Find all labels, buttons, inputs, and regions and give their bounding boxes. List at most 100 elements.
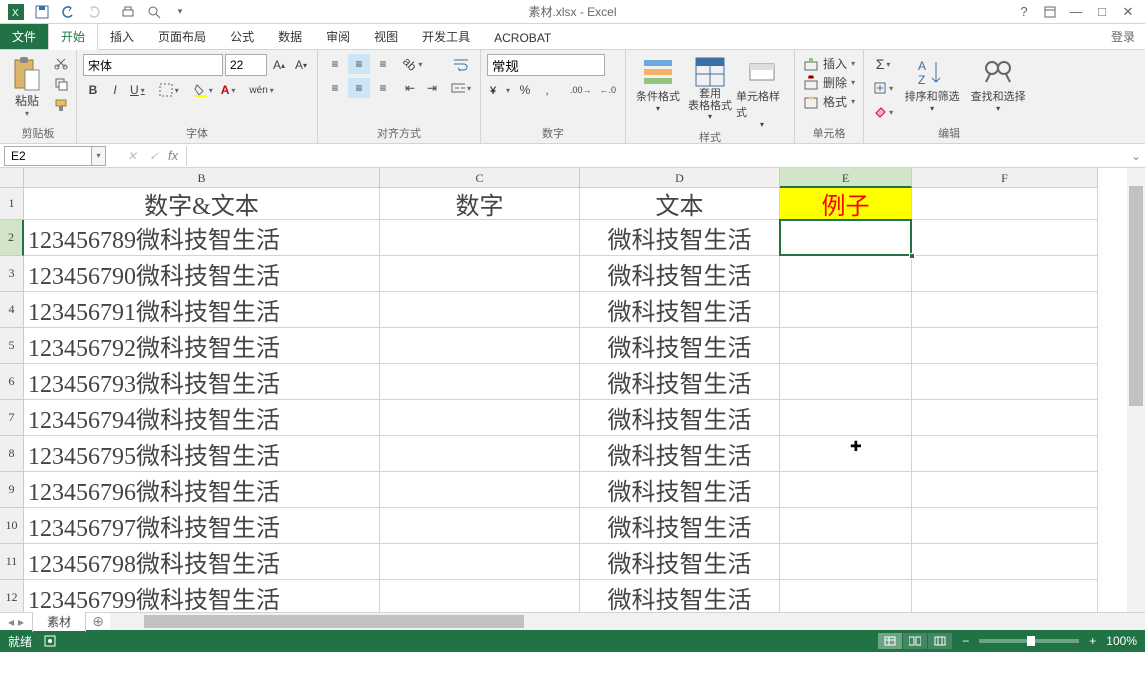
page-layout-view-icon[interactable]: [903, 633, 927, 649]
zoom-slider[interactable]: [979, 639, 1079, 643]
cell[interactable]: 123456789微科技智生活: [24, 220, 380, 256]
tab-review[interactable]: 审阅: [314, 24, 362, 49]
cell[interactable]: [380, 436, 580, 472]
col-header-F[interactable]: F: [912, 168, 1098, 188]
cell-style-button[interactable]: 单元格样式▾: [736, 54, 788, 129]
wrap-text-icon[interactable]: [448, 54, 474, 74]
insert-cells-button[interactable]: 插入 ▾: [801, 54, 857, 73]
fx-icon[interactable]: fx: [168, 148, 178, 163]
zoom-in-icon[interactable]: +: [1089, 634, 1096, 648]
cell[interactable]: [912, 472, 1098, 508]
decrease-decimal-icon[interactable]: ←.0: [597, 80, 620, 100]
help-icon[interactable]: ?: [1013, 3, 1035, 21]
row-header[interactable]: 7: [0, 400, 24, 436]
cell[interactable]: [912, 292, 1098, 328]
font-color-button[interactable]: A: [218, 80, 239, 100]
ribbon-display-icon[interactable]: [1039, 3, 1061, 21]
vertical-scrollbar[interactable]: [1127, 168, 1145, 612]
undo-icon[interactable]: [56, 2, 80, 22]
cell[interactable]: [380, 472, 580, 508]
cell[interactable]: 123456792微科技智生活: [24, 328, 380, 364]
cell[interactable]: [780, 436, 912, 472]
cell[interactable]: 微科技智生活: [580, 580, 780, 612]
cell[interactable]: [380, 400, 580, 436]
row-header[interactable]: 10: [0, 508, 24, 544]
cell[interactable]: 123456799微科技智生活: [24, 580, 380, 612]
phonetic-button[interactable]: wén: [246, 80, 276, 100]
conditional-format-button[interactable]: 条件格式▾: [632, 54, 684, 129]
row-header[interactable]: 1: [0, 188, 24, 220]
cell[interactable]: 数字: [380, 188, 580, 220]
cell[interactable]: [780, 544, 912, 580]
comma-icon[interactable]: ,: [537, 80, 557, 100]
increase-decimal-icon[interactable]: .00→: [567, 80, 595, 100]
col-header-E[interactable]: E: [780, 168, 912, 188]
cell[interactable]: 微科技智生活: [580, 220, 780, 256]
cell[interactable]: [912, 256, 1098, 292]
print-icon[interactable]: [116, 2, 140, 22]
cell[interactable]: [912, 508, 1098, 544]
italic-button[interactable]: I: [105, 80, 125, 100]
row-header[interactable]: 9: [0, 472, 24, 508]
cell[interactable]: [780, 364, 912, 400]
formula-input[interactable]: [186, 146, 1127, 166]
cell[interactable]: 微科技智生活: [580, 256, 780, 292]
orientation-icon[interactable]: ab: [400, 54, 425, 74]
tab-acrobat[interactable]: ACROBAT: [482, 27, 563, 49]
cell[interactable]: 123456793微科技智生活: [24, 364, 380, 400]
cell[interactable]: 微科技智生活: [580, 472, 780, 508]
cell[interactable]: [912, 220, 1098, 256]
cell[interactable]: 123456796微科技智生活: [24, 472, 380, 508]
fill-handle[interactable]: [909, 253, 915, 259]
align-top-icon[interactable]: ≡: [324, 54, 346, 74]
copy-icon[interactable]: [52, 75, 70, 93]
sheet-nav[interactable]: ◂▸: [0, 615, 32, 629]
font-size-combo[interactable]: [225, 54, 267, 76]
row-header[interactable]: 6: [0, 364, 24, 400]
cancel-formula-icon[interactable]: ✕: [124, 149, 140, 163]
page-break-view-icon[interactable]: [928, 633, 952, 649]
excel-icon[interactable]: X: [4, 2, 28, 22]
cell[interactable]: [780, 472, 912, 508]
accounting-format-icon[interactable]: ¥: [487, 80, 513, 100]
sheet-tab[interactable]: 素材: [32, 611, 86, 633]
cell[interactable]: [912, 580, 1098, 612]
cell[interactable]: [912, 328, 1098, 364]
close-icon[interactable]: ✕: [1117, 3, 1139, 21]
delete-cells-button[interactable]: 删除 ▾: [801, 73, 857, 92]
percent-icon[interactable]: %: [515, 80, 535, 100]
row-header[interactable]: 8: [0, 436, 24, 472]
vscroll-thumb[interactable]: [1129, 186, 1143, 406]
row-header[interactable]: 12: [0, 580, 24, 612]
cell[interactable]: 123456794微科技智生活: [24, 400, 380, 436]
cell[interactable]: [380, 544, 580, 580]
tab-data[interactable]: 数据: [266, 24, 314, 49]
find-select-button[interactable]: 查找和选择▾: [968, 54, 1028, 122]
add-sheet-icon[interactable]: ⊕: [86, 613, 110, 630]
sort-filter-button[interactable]: AZ 排序和筛选▾: [902, 54, 962, 122]
macro-record-icon[interactable]: [44, 635, 56, 647]
cell[interactable]: 微科技智生活: [580, 364, 780, 400]
cell[interactable]: [780, 220, 912, 256]
cell[interactable]: [780, 400, 912, 436]
cell[interactable]: 微科技智生活: [580, 328, 780, 364]
border-button[interactable]: [156, 80, 182, 100]
cell[interactable]: 例子: [780, 188, 912, 220]
redo-icon[interactable]: [82, 2, 106, 22]
shrink-font-icon[interactable]: A▾: [291, 55, 311, 75]
cell[interactable]: [780, 508, 912, 544]
cell[interactable]: [912, 436, 1098, 472]
cell[interactable]: 数字&文本: [24, 188, 380, 220]
cell[interactable]: 123456797微科技智生活: [24, 508, 380, 544]
cell[interactable]: 微科技智生活: [580, 436, 780, 472]
align-right-icon[interactable]: ≡: [372, 78, 394, 98]
sheet-nav-next-icon[interactable]: ▸: [18, 615, 24, 629]
col-header-B[interactable]: B: [24, 168, 380, 188]
cell[interactable]: [780, 292, 912, 328]
cell[interactable]: 123456795微科技智生活: [24, 436, 380, 472]
cell[interactable]: [380, 364, 580, 400]
underline-button[interactable]: U: [127, 80, 148, 100]
cell[interactable]: 123456798微科技智生活: [24, 544, 380, 580]
grow-font-icon[interactable]: A▴: [269, 55, 289, 75]
row-header[interactable]: 11: [0, 544, 24, 580]
